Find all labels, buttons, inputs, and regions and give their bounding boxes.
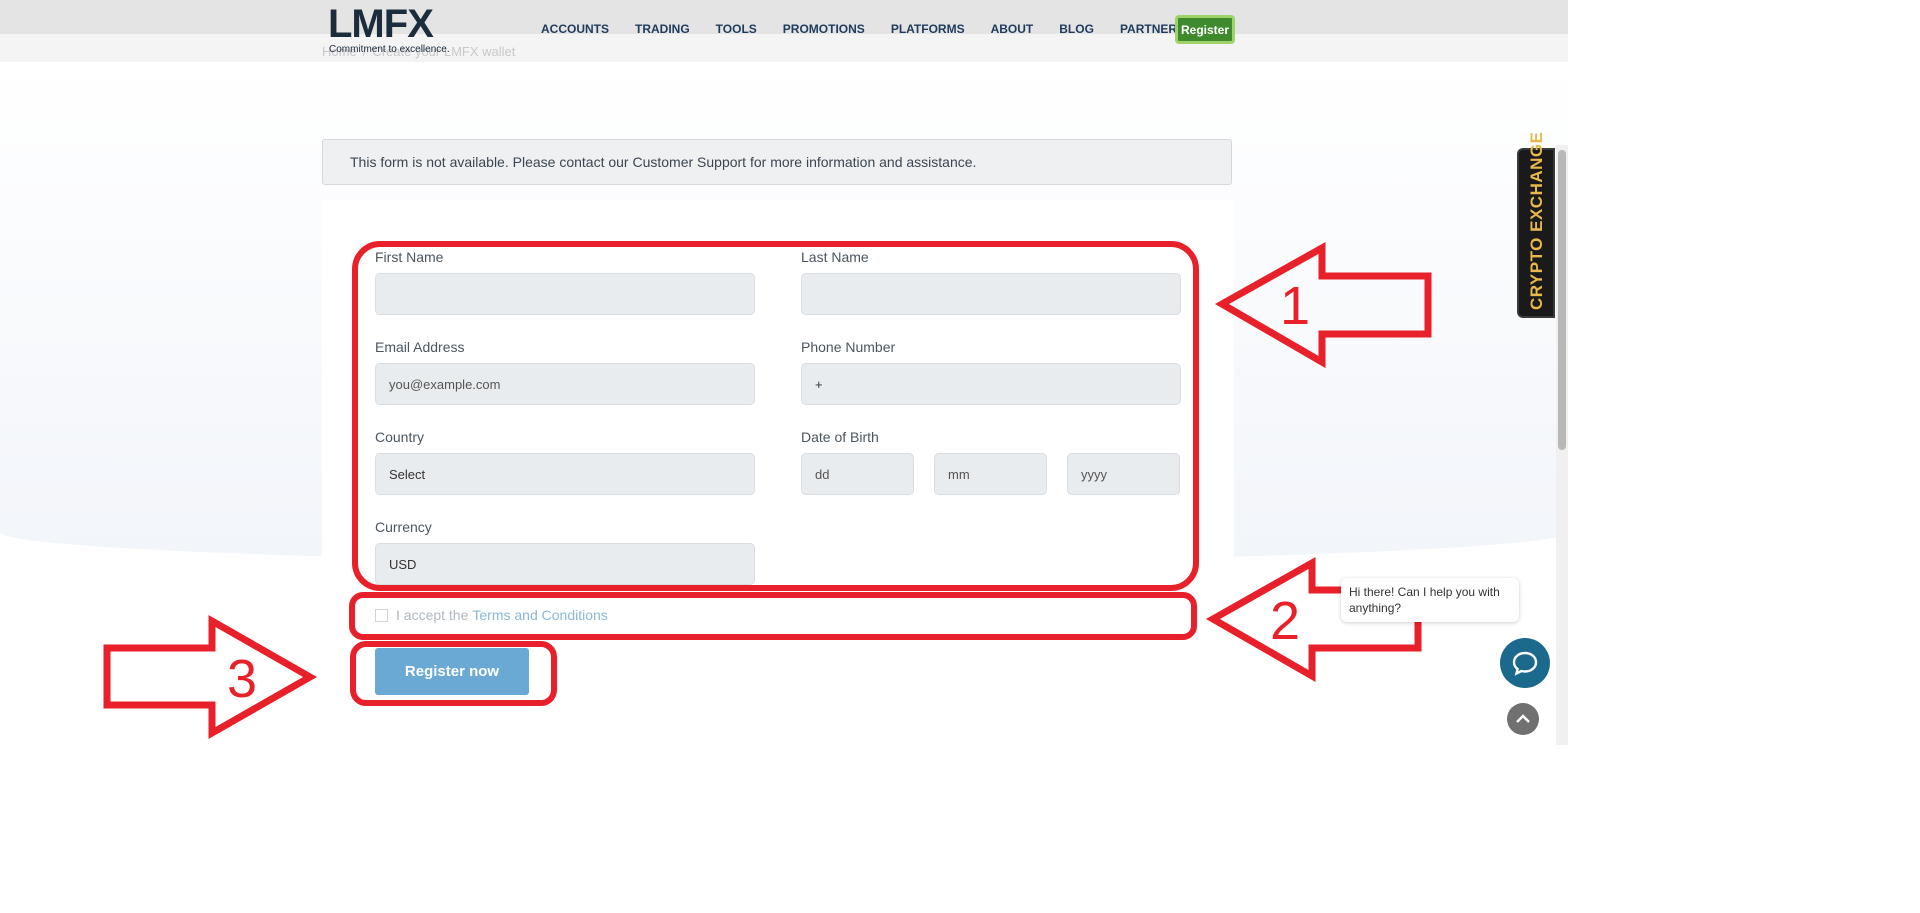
chat-open-button[interactable] bbox=[1500, 638, 1550, 688]
chat-icon bbox=[1512, 651, 1538, 676]
annotation-number-1: 1 bbox=[1280, 276, 1311, 336]
annotation-arrow-1 bbox=[1214, 242, 1432, 369]
chat-greeting-bubble[interactable]: Hi there! Can I help you with anything? bbox=[1341, 578, 1519, 622]
crypto-exchange-label: CRYPTO EXCHANGE bbox=[1527, 131, 1546, 310]
scroll-to-top-button[interactable] bbox=[1507, 703, 1539, 735]
chat-greeting-text: Hi there! Can I help you with anything? bbox=[1349, 585, 1500, 615]
scrollbar-thumb[interactable] bbox=[1558, 150, 1566, 450]
annotation-number-3: 3 bbox=[227, 649, 258, 709]
annotation-arrow-3 bbox=[103, 614, 318, 740]
annotation-number-2: 2 bbox=[1270, 591, 1301, 651]
annotation-arrows bbox=[103, 242, 1432, 740]
chevron-up-icon bbox=[1516, 714, 1530, 723]
